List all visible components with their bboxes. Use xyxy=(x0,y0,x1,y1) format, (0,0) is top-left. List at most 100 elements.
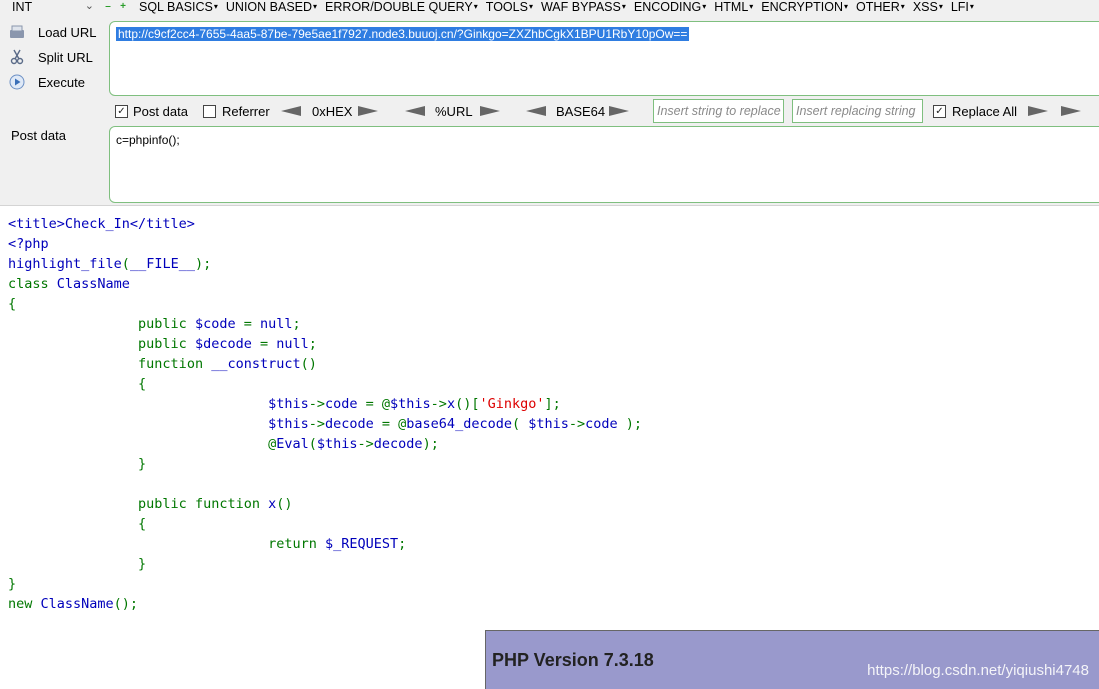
menu-label: UNION BASED xyxy=(225,0,313,14)
code-token: return xyxy=(268,536,325,552)
dropdown-arrow-icon: ▾ xyxy=(844,2,849,11)
code-token: ; xyxy=(398,536,407,552)
code-token: = @ xyxy=(381,416,407,432)
code-token: = xyxy=(259,336,277,352)
base64-label: BASE64 xyxy=(556,104,606,119)
post-data-input[interactable]: c=phpinfo(); xyxy=(109,126,1099,203)
dropdown-arrow-icon: ▾ xyxy=(702,2,707,11)
code-line: class ClassName xyxy=(8,274,642,294)
code-token: ( xyxy=(121,256,130,272)
plus-icon[interactable]: + xyxy=(119,2,127,12)
code-token: ); xyxy=(422,436,439,452)
menu-xss[interactable]: XSS▾ xyxy=(913,0,943,16)
code-token: ; xyxy=(292,316,301,332)
scissors-icon xyxy=(8,49,26,65)
replace-all-label: Replace All xyxy=(952,104,1018,119)
hackbar-menubar: INT ⌄ – + SQL BASICS▾ UNION BASED▾ ERROR… xyxy=(0,0,1099,16)
code-line: } xyxy=(8,576,17,592)
code-line: function __construct() xyxy=(8,354,642,374)
replace-all-arrow-icon[interactable] xyxy=(1061,106,1081,116)
hackbar-panel: INT ⌄ – + SQL BASICS▾ UNION BASED▾ ERROR… xyxy=(0,0,1099,206)
replacing-string-input[interactable]: Insert replacing string xyxy=(792,99,923,123)
menu-union-based[interactable]: UNION BASED▾ xyxy=(226,0,317,16)
code-token: = @ xyxy=(365,396,391,412)
dropdown-arrow-icon: ▾ xyxy=(938,2,943,11)
code-token: -> xyxy=(430,396,447,412)
execute-button[interactable]: Execute xyxy=(8,71,85,93)
menu-tools[interactable]: TOOLS▾ xyxy=(486,0,533,16)
hex-decode-arrow-icon[interactable] xyxy=(281,106,301,116)
menu-sql-basics[interactable]: SQL BASICS▾ xyxy=(139,0,218,16)
code-token: $this xyxy=(268,416,309,432)
dropdown-arrow-icon: ▾ xyxy=(528,2,533,11)
code-token: null xyxy=(276,336,309,352)
code-token: decode xyxy=(373,436,423,452)
code-token: $this xyxy=(528,416,569,432)
url-decode-arrow-icon[interactable] xyxy=(405,106,425,116)
code-token: ()[ xyxy=(455,396,480,412)
phpinfo-banner: PHP Version 7.3.18 https://blog.csdn.net… xyxy=(485,630,1099,689)
url-input[interactable]: http://c9cf2cc4-7655-4aa5-87be-79e5ae1f7… xyxy=(109,21,1099,96)
referrer-checkbox[interactable] xyxy=(203,105,216,118)
menu-encryption[interactable]: ENCRYPTION▾ xyxy=(761,0,848,16)
url-encode-arrow-icon[interactable] xyxy=(480,106,500,116)
replace-all-checkbox[interactable]: ✓ xyxy=(933,105,946,118)
menu-error-double-query[interactable]: ERROR/DOUBLE QUERY▾ xyxy=(325,0,478,16)
code-token: public xyxy=(138,336,195,352)
code-token: $_REQUEST xyxy=(325,536,399,552)
code-token: decode xyxy=(325,416,382,432)
code-line: public $code = null; xyxy=(8,314,642,334)
injection-type-select[interactable]: INT ⌄ xyxy=(8,0,94,15)
code-line: $this->decode = @base64_decode( $this->c… xyxy=(8,414,642,434)
menu-items: SQL BASICS▾ UNION BASED▾ ERROR/DOUBLE QU… xyxy=(139,0,982,16)
referrer-label: Referrer xyxy=(222,104,270,119)
code-token: __construct xyxy=(211,356,301,372)
code-token: new xyxy=(8,596,41,612)
load-url-label: Load URL xyxy=(38,24,97,40)
code-token: public xyxy=(138,316,195,332)
hex-encode-arrow-icon[interactable] xyxy=(358,106,378,116)
code-token: public function xyxy=(138,496,269,512)
menu-html[interactable]: HTML▾ xyxy=(714,0,753,16)
hex-label: 0xHEX xyxy=(312,104,353,119)
post-data-value: c=phpinfo(); xyxy=(116,133,180,147)
menu-encoding[interactable]: ENCODING▾ xyxy=(634,0,706,16)
code-token: ( xyxy=(308,436,317,452)
code-token: null xyxy=(260,316,293,332)
code-token: $this xyxy=(268,396,309,412)
code-line: } xyxy=(8,554,642,574)
post-data-checkbox[interactable]: ✓ xyxy=(115,105,128,118)
code-line: <title>Check_In</title> xyxy=(8,216,195,232)
menu-other[interactable]: OTHER▾ xyxy=(856,0,905,16)
menu-label: XSS xyxy=(912,0,938,14)
load-url-icon xyxy=(8,24,26,40)
code-token: $this xyxy=(390,396,431,412)
code-token: 'Ginkgo' xyxy=(479,396,545,412)
execute-label: Execute xyxy=(38,74,85,90)
replace-arrow-icon[interactable] xyxy=(1028,106,1048,116)
code-line: new ClassName(); xyxy=(8,594,642,614)
base64-encode-arrow-icon[interactable] xyxy=(609,106,629,116)
load-url-button[interactable]: Load URL xyxy=(8,21,97,43)
menu-lfi[interactable]: LFI▾ xyxy=(951,0,974,16)
menu-waf-bypass[interactable]: WAF BYPASS▾ xyxy=(541,0,626,16)
split-url-button[interactable]: Split URL xyxy=(8,46,93,68)
replace-string-input[interactable]: Insert string to replace xyxy=(653,99,784,123)
play-icon xyxy=(8,74,26,90)
menu-label: ENCRYPTION xyxy=(761,0,844,14)
code-token: Eval xyxy=(276,436,309,452)
base64-decode-arrow-icon[interactable] xyxy=(526,106,546,116)
code-token: ); xyxy=(625,416,643,432)
php-version-title: PHP Version 7.3.18 xyxy=(492,650,654,670)
code-line: public function x() xyxy=(8,494,642,514)
dropdown-arrow-icon: ▾ xyxy=(213,2,218,11)
dropdown-arrow-icon: ▾ xyxy=(749,2,754,11)
minus-icon[interactable]: – xyxy=(104,2,112,12)
